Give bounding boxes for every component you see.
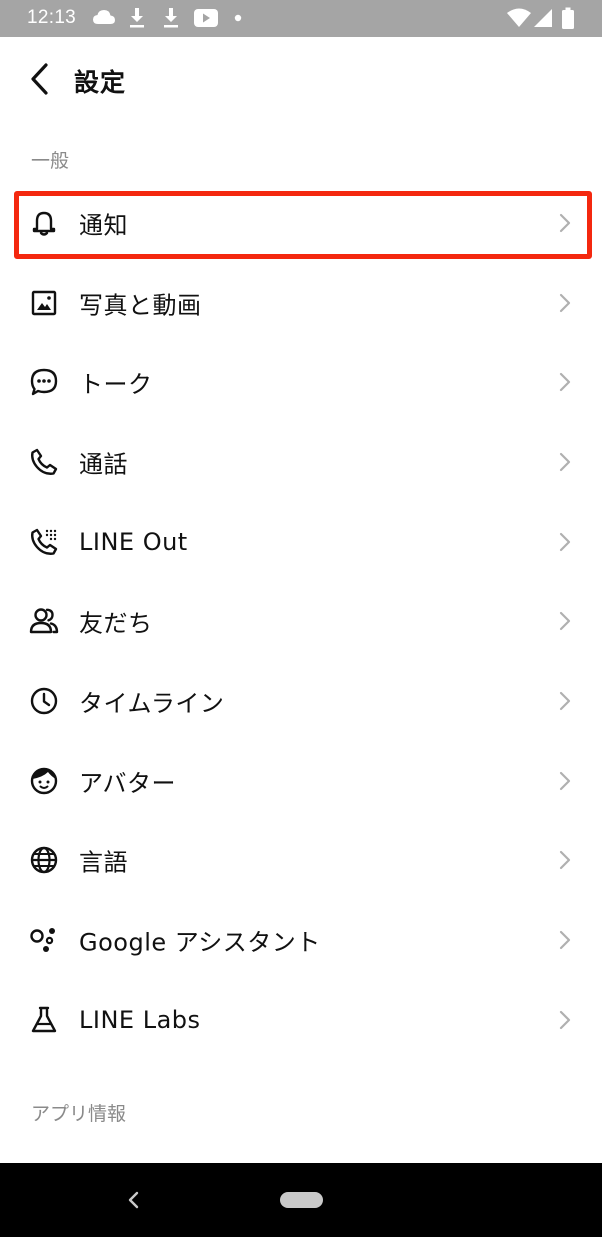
wifi-icon xyxy=(507,8,531,27)
menu-item-avatar[interactable]: アバター xyxy=(0,741,602,821)
status-bar: 12:13 xyxy=(0,0,602,37)
menu-item-label: 友だち xyxy=(79,609,153,638)
chevron-right-icon xyxy=(559,1010,571,1029)
menu-item-language[interactable]: 言語 xyxy=(0,821,602,901)
chevron-right-icon xyxy=(559,771,571,790)
settings-menu: 通知 写真と動画 トーク 通話 LINE Out 友だち タイムライン アバター… xyxy=(0,183,602,1060)
photo-icon xyxy=(31,290,57,315)
status-time: 12:13 xyxy=(27,7,77,28)
friends-icon xyxy=(29,608,59,634)
menu-item-label: Google アシスタント xyxy=(79,928,321,957)
avatar-icon xyxy=(30,767,58,794)
chat-bubble-icon xyxy=(30,369,58,396)
menu-item-talk[interactable]: トーク xyxy=(0,342,602,422)
youtube-icon xyxy=(194,9,218,27)
phone-icon xyxy=(31,448,58,475)
cloud-icon xyxy=(93,10,115,24)
bell-icon xyxy=(32,211,56,236)
chevron-right-icon xyxy=(559,612,571,631)
menu-item-label: 通話 xyxy=(79,450,128,479)
menu-item-calls[interactable]: 通話 xyxy=(0,422,602,502)
chevron-right-icon xyxy=(559,213,571,232)
app-bar: 設定 xyxy=(0,37,602,121)
download-icon xyxy=(164,8,178,28)
menu-item-label: LINE Labs xyxy=(79,1005,201,1034)
menu-item-photos-videos[interactable]: 写真と動画 xyxy=(0,263,602,343)
chevron-right-icon xyxy=(559,293,571,312)
menu-item-notifications[interactable]: 通知 xyxy=(0,183,602,263)
nav-back-icon[interactable] xyxy=(122,1188,146,1212)
section-header-app-info: アプリ情報 xyxy=(31,1103,127,1125)
globe-icon xyxy=(30,847,58,874)
flask-icon xyxy=(31,1006,57,1032)
page-title: 設定 xyxy=(74,68,127,97)
menu-item-friends[interactable]: 友だち xyxy=(0,581,602,661)
menu-item-line-labs[interactable]: LINE Labs xyxy=(0,980,602,1060)
chevron-right-icon xyxy=(559,532,571,551)
chevron-right-icon xyxy=(559,452,571,472)
menu-item-google-assistant[interactable]: Google アシスタント xyxy=(0,900,602,980)
menu-item-label: 写真と動画 xyxy=(79,291,202,320)
back-button[interactable] xyxy=(20,57,64,101)
menu-item-timeline[interactable]: タイムライン xyxy=(0,661,602,741)
menu-item-label: 言語 xyxy=(79,848,128,877)
google-assistant-icon xyxy=(30,928,55,953)
nav-home-pill[interactable] xyxy=(280,1192,323,1208)
chevron-right-icon xyxy=(559,373,571,392)
menu-item-label: アバター xyxy=(79,769,177,798)
menu-item-label: トーク xyxy=(79,370,153,399)
clock-icon xyxy=(30,687,58,715)
section-header-general: 一般 xyxy=(31,150,70,172)
download-icon xyxy=(130,8,144,28)
battery-icon xyxy=(562,7,574,29)
chevron-left-icon xyxy=(31,63,48,95)
signal-icon xyxy=(534,9,552,27)
menu-item-line-out[interactable]: LINE Out xyxy=(0,502,602,582)
menu-item-label: タイムライン xyxy=(79,689,225,718)
menu-item-label: 通知 xyxy=(79,211,128,240)
dot-icon xyxy=(234,14,242,22)
chevron-right-icon xyxy=(559,691,571,711)
phone-dialpad-icon xyxy=(31,528,58,555)
menu-item-label: LINE Out xyxy=(79,527,188,556)
chevron-right-icon xyxy=(559,851,571,870)
chevron-right-icon xyxy=(559,930,571,950)
